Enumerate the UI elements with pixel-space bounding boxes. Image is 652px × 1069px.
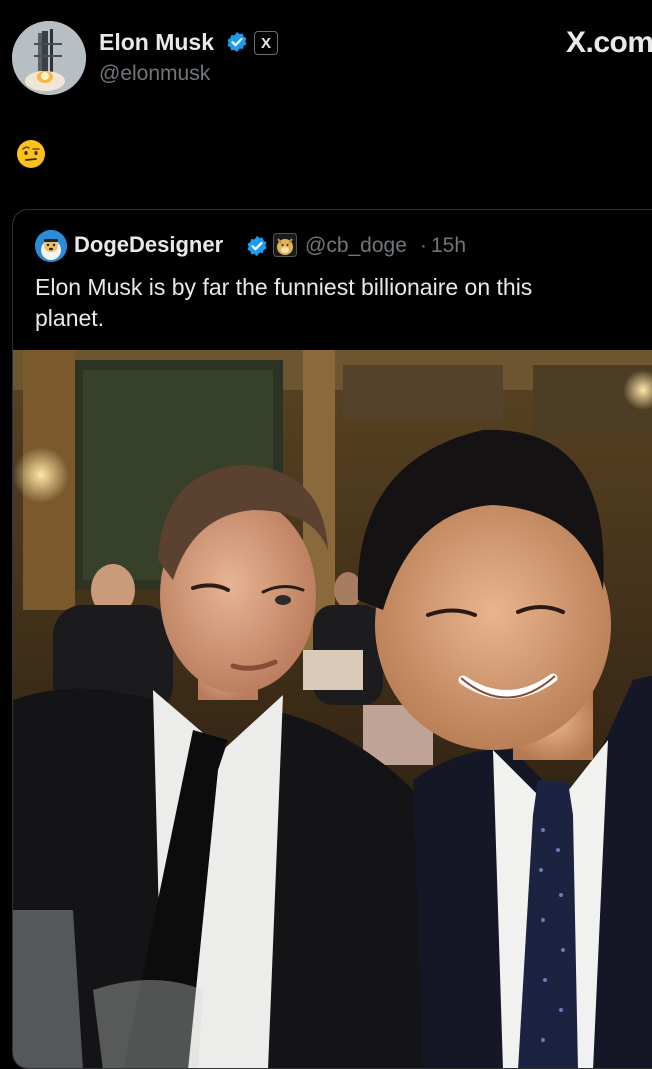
author-avatar[interactable] xyxy=(12,21,86,95)
quoted-author-avatar[interactable] xyxy=(35,230,67,262)
quoted-author-handle[interactable]: @cb_doge xyxy=(305,234,407,258)
quoted-post-card[interactable]: DogeDesigner @cb_doge · 15h Elon Musk is… xyxy=(12,209,652,1069)
author-name[interactable]: Elon Musk xyxy=(99,29,214,56)
banquet-photo-image xyxy=(13,350,652,1068)
separator-dot: · xyxy=(420,234,427,257)
quoted-verified-badge-icon xyxy=(247,236,267,256)
raised-eyebrow-emoji-icon xyxy=(17,140,45,168)
quoted-post-photo[interactable] xyxy=(13,350,652,1068)
author-handle[interactable]: @elonmusk xyxy=(99,62,210,86)
doge-badge-icon xyxy=(273,233,297,257)
x-affiliation-badge[interactable]: X xyxy=(254,31,278,55)
rocket-launch-avatar-icon xyxy=(12,21,86,95)
quoted-author-name[interactable]: DogeDesigner xyxy=(74,232,223,258)
quoted-post-time[interactable]: 15h xyxy=(431,234,466,258)
quoted-post-text: Elon Musk is by far the funniest billion… xyxy=(35,274,533,331)
verified-badge-icon xyxy=(227,32,247,52)
doge-avatar-icon xyxy=(35,230,67,262)
x-com-watermark: X.com xyxy=(566,26,652,59)
